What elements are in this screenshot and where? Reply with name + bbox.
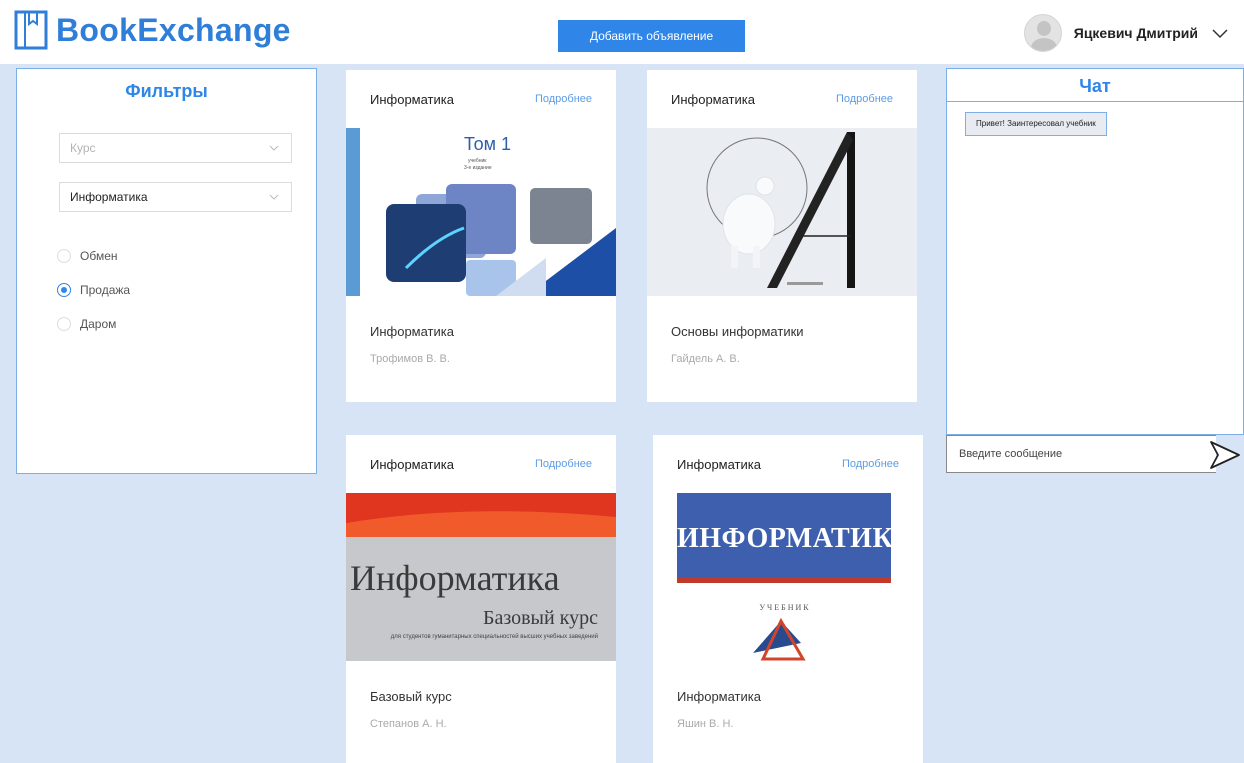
book-card[interactable]: Информатика Подробнее ИНФОРМАТИКА У Ч Е … [653, 435, 923, 763]
cover-title: ИНФОРМАТИКА [677, 523, 914, 554]
cover-edition: 3-е издание [464, 165, 492, 171]
cover-subtitle: Базовый курс [482, 607, 598, 629]
book-cover[interactable]: ИНФОРМАТИКА У Ч Е Б Н И К [653, 493, 923, 661]
send-icon[interactable] [1208, 438, 1242, 472]
filters-panel: Фильтры Курс Информатика Обмен Продажа Д… [16, 68, 317, 474]
course-select-placeholder: Курс [70, 141, 96, 155]
card-category: Информатика [370, 456, 454, 472]
header: BookExchange Добавить объявление Яцкевич… [0, 0, 1244, 64]
card-header: Информатика Подробнее [653, 435, 923, 493]
radio-free[interactable]: Даром [57, 307, 130, 341]
radio-button[interactable] [57, 249, 71, 263]
details-link[interactable]: Подробнее [535, 93, 592, 105]
chat-panel: Чат Привет! Заинтересовал учебник [946, 68, 1244, 435]
radio-sale[interactable]: Продажа [57, 273, 130, 307]
subject-select[interactable]: Информатика [59, 182, 292, 212]
add-listing-button[interactable]: Добавить объявление [558, 20, 745, 52]
card-category: Информатика [370, 91, 454, 107]
book-icon [14, 10, 48, 50]
card-category: Информатика [677, 456, 761, 472]
book-author: Гайдель А. В. [671, 353, 740, 365]
deal-type-group: Обмен Продажа Даром [57, 239, 130, 341]
user-menu[interactable]: Яцкевич Дмитрий [1023, 14, 1230, 52]
book-card[interactable]: Информатика Подробнее Информатика Базовы… [346, 435, 616, 763]
book-author: Степанов А. Н. [370, 718, 447, 730]
filters-title: Фильтры [125, 81, 208, 101]
radio-label: Продажа [80, 283, 131, 297]
course-select[interactable]: Курс [59, 133, 292, 163]
book-title: Информатика [677, 689, 761, 704]
radio-button[interactable] [57, 317, 71, 331]
book-author: Трофимов В. В. [370, 353, 450, 365]
message-input[interactable]: Введите сообщение [946, 435, 1216, 473]
cover-title: Информатика [350, 558, 560, 598]
radio-exchange[interactable]: Обмен [57, 239, 130, 273]
details-link[interactable]: Подробнее [836, 93, 893, 105]
user-name: Яцкевич Дмитрий [1073, 25, 1198, 41]
avatar[interactable] [1023, 14, 1062, 52]
book-card[interactable]: Информатика Подробнее Основы информатики… [647, 70, 917, 402]
book-title: Основы информатики [671, 324, 804, 339]
book-author: Яшин В. Н. [677, 718, 734, 730]
chevron-down-icon [269, 145, 279, 151]
book-cover[interactable]: Том 1 учебник 3-е издание [346, 128, 616, 296]
cover-subtitle: У Ч Е Б Н И К [759, 603, 809, 612]
card-header: Информатика Подробнее [346, 70, 616, 128]
book-cover[interactable]: Информатика Базовый курс для студентов г… [346, 493, 616, 661]
chevron-down-icon[interactable] [1210, 23, 1230, 43]
logo[interactable]: BookExchange [14, 10, 291, 50]
chevron-down-icon [269, 194, 279, 200]
card-header: Информатика Подробнее [346, 435, 616, 493]
book-title: Информатика [370, 324, 454, 339]
chat-title: Чат [947, 69, 1243, 102]
card-header: Информатика Подробнее [647, 70, 917, 128]
subject-select-value: Информатика [70, 190, 148, 204]
radio-label: Даром [80, 317, 117, 331]
cover-volume: Том 1 [464, 134, 511, 154]
radio-button[interactable] [57, 283, 71, 297]
book-cover-image [647, 128, 917, 296]
cover-subtitle: учебник [468, 158, 487, 164]
book-cover[interactable] [647, 128, 917, 296]
card-category: Информатика [671, 91, 755, 107]
book-card[interactable]: Информатика Подробнее Том 1 учебник 3-е … [346, 70, 616, 402]
chat-message: Привет! Заинтересовал учебник [965, 112, 1107, 136]
book-title: Базовый курс [370, 689, 452, 704]
logo-text: BookExchange [56, 11, 291, 48]
book-cover-image [653, 493, 923, 661]
radio-label: Обмен [80, 249, 118, 263]
details-link[interactable]: Подробнее [535, 458, 592, 470]
details-link[interactable]: Подробнее [842, 458, 899, 470]
cover-note: для студентов гуманитарных специальносте… [390, 634, 598, 640]
